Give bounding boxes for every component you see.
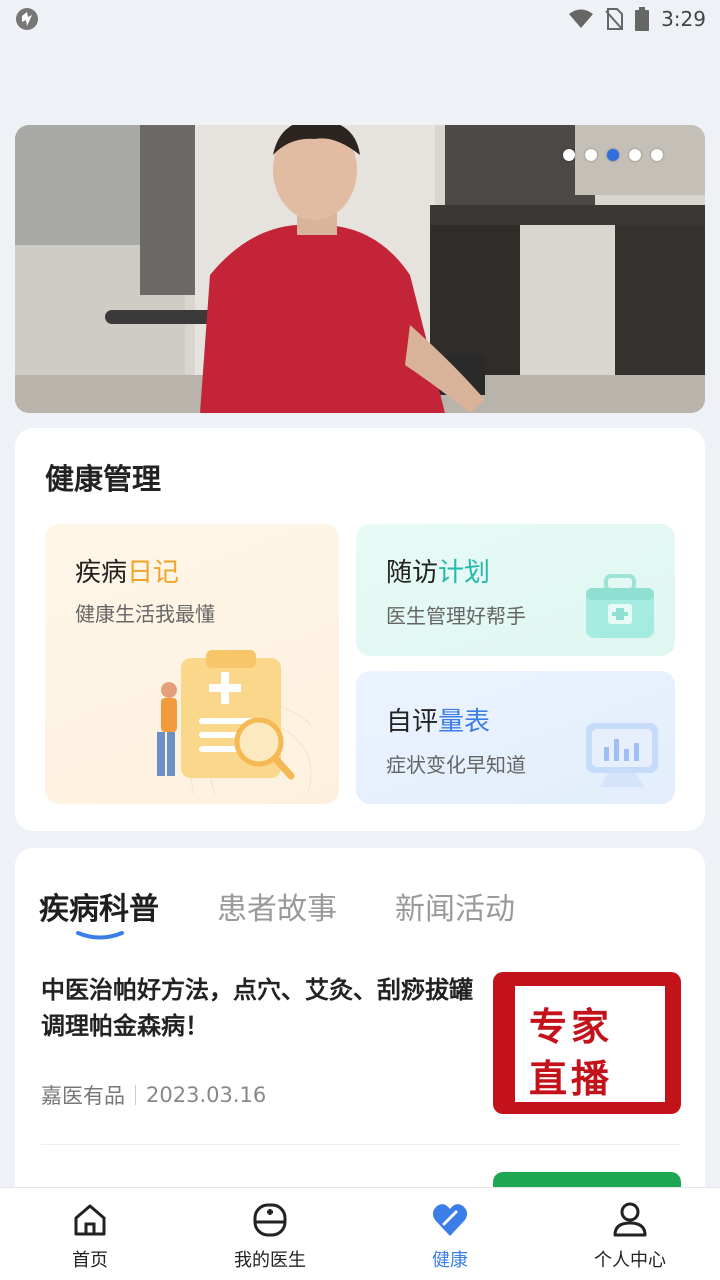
self-assessment-scale-tile[interactable]: 自评量表 症状变化早知道 bbox=[356, 671, 675, 804]
tile-title-plain: 随访 bbox=[386, 558, 439, 588]
nav-profile[interactable]: 个人中心 bbox=[540, 1188, 720, 1280]
tile-title: 自评量表 bbox=[386, 701, 490, 738]
tile-title-highlight: 计划 bbox=[438, 558, 491, 588]
thumbnail-text-line1: 专家 bbox=[529, 1005, 614, 1049]
person-icon bbox=[613, 1202, 647, 1237]
nav-label: 健康 bbox=[432, 1250, 468, 1271]
monitor-chart-icon bbox=[586, 723, 658, 787]
carousel-dot[interactable] bbox=[651, 149, 663, 161]
follow-up-plan-tile[interactable]: 随访计划 医生管理好帮手 bbox=[356, 524, 675, 656]
nav-my-doctor[interactable]: 我的医生 bbox=[180, 1188, 360, 1280]
app-notification-icon bbox=[16, 8, 38, 30]
banner-carousel[interactable] bbox=[15, 125, 705, 413]
tile-title: 随访计划 bbox=[386, 552, 490, 589]
battery-icon bbox=[635, 7, 650, 31]
nav-health[interactable]: 健康 bbox=[360, 1188, 540, 1280]
doctor-icon bbox=[253, 1203, 287, 1237]
article-source: 嘉医有品 bbox=[41, 1084, 125, 1108]
carousel-dot[interactable] bbox=[585, 149, 597, 161]
tile-title-plain: 自评 bbox=[386, 707, 439, 737]
carousel-indicator bbox=[563, 149, 663, 161]
active-tab-indicator bbox=[76, 931, 124, 940]
tab-patient-stories[interactable]: 患者故事 bbox=[217, 884, 337, 928]
article-title: 中医治帕好方法，点穴、艾灸、刮痧拔罐调理帕金森病！ bbox=[41, 976, 473, 1040]
nav-label: 首页 bbox=[72, 1250, 108, 1271]
nav-home[interactable]: 首页 bbox=[0, 1188, 180, 1280]
meta-divider bbox=[135, 1085, 136, 1105]
status-time: 3:29 bbox=[661, 7, 706, 31]
clipboard-search-icon bbox=[157, 650, 311, 794]
thumbnail-text-line2: 直播 bbox=[529, 1057, 614, 1101]
carousel-dot[interactable] bbox=[563, 149, 575, 161]
article-tabs: 疾病科普 患者故事 新闻活动 bbox=[39, 884, 515, 928]
health-management-card: 健康管理 疾病日记 健康生活我最懂 随访计划 医生管理好帮手 自评量表 症状变化… bbox=[15, 428, 705, 831]
section-title: 健康管理 bbox=[45, 462, 162, 496]
no-sim-icon bbox=[605, 8, 624, 30]
tile-title-highlight: 日记 bbox=[127, 558, 180, 588]
nav-label: 个人中心 bbox=[594, 1250, 666, 1271]
tab-disease-science[interactable]: 疾病科普 bbox=[39, 884, 159, 928]
banner-photo bbox=[15, 125, 705, 413]
tile-title: 疾病日记 bbox=[75, 552, 179, 589]
heart-icon bbox=[432, 1204, 468, 1236]
app-screen: 3:29 健康管理 疾病日记 健康生活我最懂 随访计划 医生管理好帮手 自评量表… bbox=[0, 0, 720, 1280]
carousel-dot-active[interactable] bbox=[607, 149, 619, 161]
tile-title-plain: 疾病 bbox=[75, 558, 128, 588]
home-icon bbox=[74, 1204, 106, 1236]
article-divider bbox=[41, 1144, 681, 1145]
nav-label: 我的医生 bbox=[234, 1250, 306, 1271]
carousel-dot[interactable] bbox=[629, 149, 641, 161]
disease-diary-tile[interactable]: 疾病日记 健康生活我最懂 bbox=[45, 524, 339, 804]
medical-kit-icon bbox=[586, 574, 654, 638]
tile-title-highlight: 量表 bbox=[438, 707, 491, 737]
tile-subtitle: 症状变化早知道 bbox=[386, 753, 526, 777]
article-date: 2023.03.16 bbox=[146, 1083, 267, 1107]
article-thumbnail: 专家 直播 bbox=[493, 972, 681, 1114]
article-meta: 嘉医有品 2023.03.16 bbox=[41, 1080, 266, 1110]
tab-news-events[interactable]: 新闻活动 bbox=[395, 884, 515, 928]
status-bar: 3:29 bbox=[0, 0, 720, 38]
tile-subtitle: 医生管理好帮手 bbox=[386, 604, 526, 628]
bottom-nav: 首页 我的医生 健康 个人中心 bbox=[0, 1187, 720, 1280]
article-item[interactable]: 中医治帕好方法，点穴、艾灸、刮痧拔罐调理帕金森病！ 嘉医有品 2023.03.1… bbox=[41, 972, 681, 1122]
wifi-icon bbox=[569, 9, 594, 28]
tile-subtitle: 健康生活我最懂 bbox=[75, 602, 215, 626]
